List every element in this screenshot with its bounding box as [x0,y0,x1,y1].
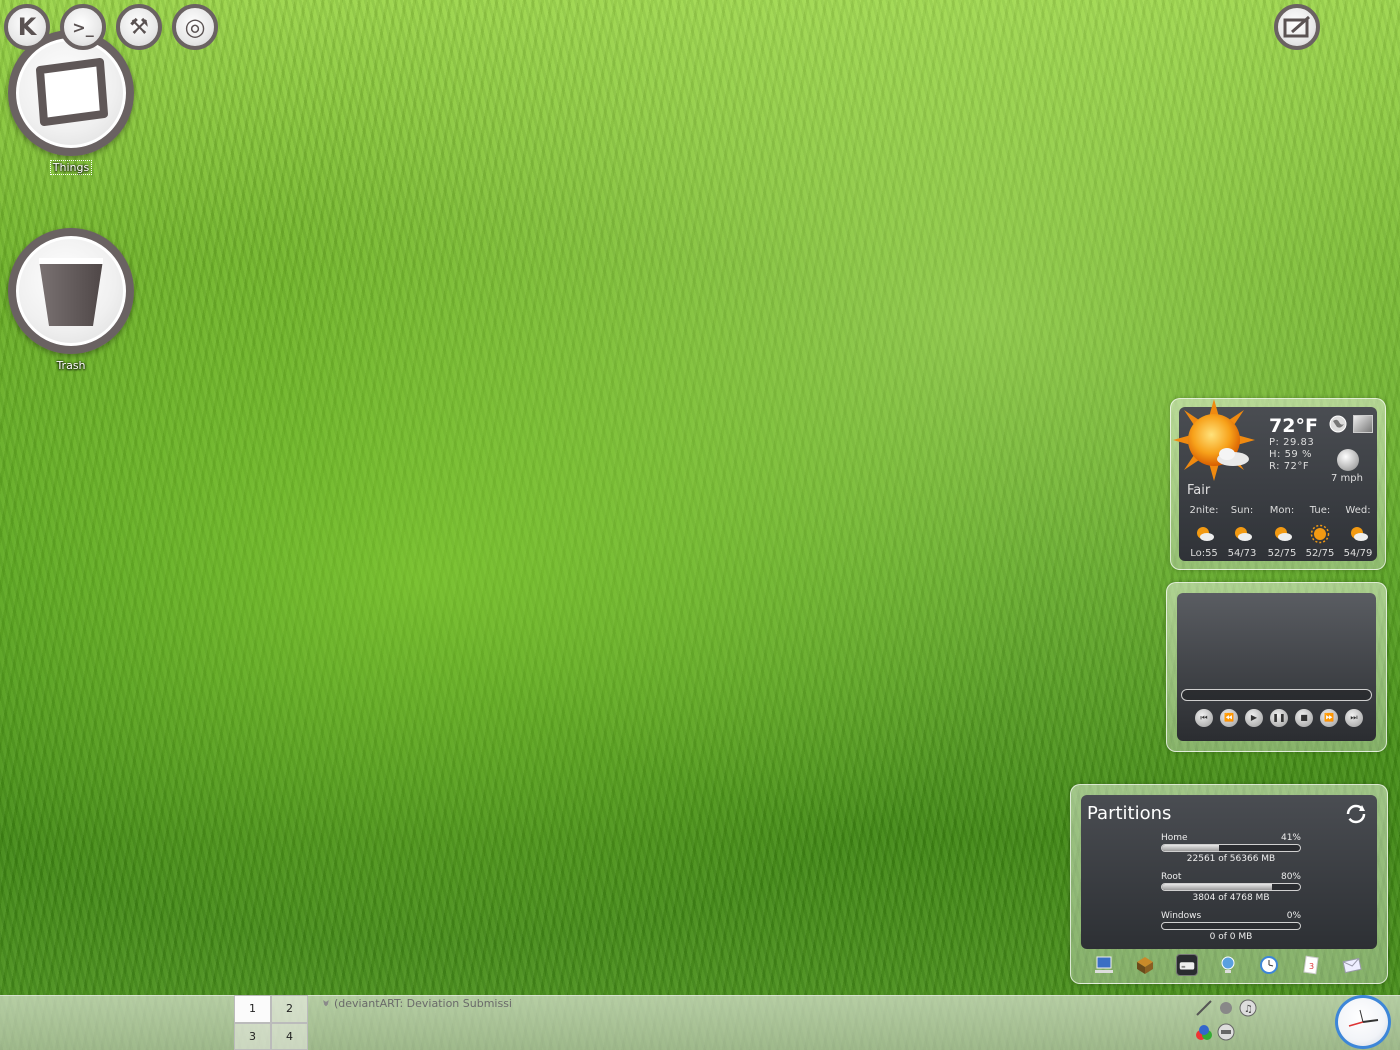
notes-icon [1283,15,1310,38]
play-icon[interactable]: ▶ [1245,709,1263,727]
partly-cloudy-icon [1351,527,1368,541]
fast-forward-icon[interactable]: ⏩ [1320,709,1338,727]
partition-usage-bar [1161,844,1301,852]
pager-desktop-2[interactable]: 2 [271,995,308,1023]
forecast-temps: 52/75 [1267,548,1297,559]
wind-speed: 7 mph [1331,473,1363,484]
sunny-icon [1173,399,1255,481]
forecast-temps: 54/79 [1343,548,1373,559]
color-icon[interactable] [1194,1022,1214,1042]
clock-hands-icon [1348,1009,1379,1027]
analog-clock[interactable] [1335,995,1391,1049]
forecast-day-label: Wed: [1345,505,1371,516]
trash-bin-icon [8,228,134,354]
forecast-day: Wed: 54/79 [1339,505,1377,559]
partition-usage-bar [1161,922,1301,930]
partition-name: Home [1161,833,1188,843]
real-feel-text: R: 72°F [1269,461,1310,472]
mail-icon[interactable] [1341,954,1363,976]
tools-button[interactable]: ⚒ [116,4,162,50]
player-controls: ⏮ ⏪ ▶ ❚❚ ■ ⏩ ⏭ [1195,709,1363,727]
rewind-icon[interactable]: ⏪ [1220,709,1238,727]
clock-icon[interactable] [1258,954,1280,976]
desktop-pager: 1 2 3 4 [234,995,308,1050]
forecast-day: Tue: 52/75 [1301,505,1339,559]
weather-widget: 72°F P: 29.83 H: 59 % R: 72°F 7 mph Fair… [1170,398,1386,570]
media-player-widget: ⏮ ⏪ ▶ ❚❚ ■ ⏩ ⏭ [1166,582,1387,752]
partly-cloudy-icon [1235,527,1252,541]
partition-percent: 41% [1280,833,1301,843]
partition-percent: 0% [1286,911,1301,921]
widget-dock: 3 [1093,951,1363,979]
partition-name: Windows [1161,911,1202,921]
current-temperature: 72°F [1269,415,1318,437]
music-icon[interactable]: ♫ [1238,998,1258,1018]
partition-size: 0 of 0 MB [1209,932,1253,942]
forecast-day-label: Mon: [1269,505,1295,516]
computer-icon[interactable] [1093,954,1115,976]
package-icon[interactable] [1134,954,1156,976]
forecast-day: 2nite: Lo:55 [1185,505,1223,559]
partly-cloudy-icon [1197,527,1214,541]
search-button[interactable]: ◎ [172,4,218,50]
map-icon[interactable] [1353,415,1373,433]
partition-usage-bar [1161,883,1301,891]
terminal-button[interactable]: >_ [60,4,106,50]
forecast-temps: 52/75 [1305,548,1335,559]
drive-icon[interactable] [1175,954,1198,976]
partitions-title: Partitions [1087,803,1172,824]
partition-percent: 80% [1280,872,1301,882]
pause-icon[interactable]: ❚❚ [1270,709,1288,727]
svg-text:♫: ♫ [1244,1004,1253,1015]
system-tray: ♫ [1190,996,1270,1048]
partitions-widget: Partitions Home 41% 22561 of 56366 MB Ro… [1070,784,1388,984]
svg-text:3: 3 [1309,962,1314,971]
stop-icon[interactable]: ■ [1295,709,1313,727]
partly-cloudy-icon [1275,527,1292,541]
tools-icon: ⚒ [129,14,149,40]
forecast-day: Sun: 54/73 [1223,505,1261,559]
desktop-icon-label: Things [49,160,93,175]
forecast-temps: 54/73 [1227,548,1257,559]
player-progress-bar[interactable] [1181,689,1372,701]
forecast-day: Mon: 52/75 [1263,505,1301,559]
browser-icon [323,1000,329,1007]
desktop-icon-trash[interactable]: Trash [8,228,134,373]
forecast-day-label: Sun: [1230,505,1254,516]
search-icon: ◎ [184,13,206,41]
pressure-text: P: 29.83 [1269,437,1315,448]
document-icon[interactable]: 3 [1300,954,1322,976]
forecast-day-label: Tue: [1309,505,1331,516]
forecast-temps: Lo:55 [1190,548,1218,559]
moon-icon [1337,449,1359,471]
edit-icon[interactable] [1194,998,1214,1018]
globe-icon[interactable] [1329,415,1347,433]
terminal-icon: >_ [72,17,94,37]
pager-desktop-3[interactable]: 3 [234,1022,271,1050]
forecast-day-label: 2nite: [1189,505,1219,516]
network-icon[interactable] [1217,954,1239,976]
partition-size: 3804 of 4768 MB [1192,893,1270,903]
task-title: (deviantART: Deviation Submissi [333,996,512,1010]
humidity-text: H: 59 % [1269,449,1312,460]
pager-desktop-4[interactable]: 4 [271,1022,308,1050]
desktop-icon-label: Trash [56,359,86,372]
partition-name: Root [1161,872,1182,882]
kmenu-glyph: K [17,13,37,41]
sunny-icon [1310,524,1330,544]
taskbar-task[interactable]: (deviantART: Deviation Submissi [322,996,512,1010]
usage-fill [1162,884,1273,890]
pager-desktop-1[interactable]: 1 [234,995,271,1023]
desktop-icon-things[interactable]: Things [8,30,134,175]
usage-fill [1162,845,1219,851]
skip-back-icon[interactable]: ⏮ [1195,709,1213,727]
volume-icon[interactable] [1216,1022,1236,1042]
skip-forward-icon[interactable]: ⏭ [1345,709,1363,727]
partition-size: 22561 of 56366 MB [1186,854,1276,864]
settings-icon[interactable] [1216,998,1236,1018]
notes-button[interactable] [1274,4,1320,50]
refresh-icon[interactable] [1345,803,1367,825]
kmenu-button[interactable]: K [4,4,50,50]
weather-condition: Fair [1187,483,1211,498]
